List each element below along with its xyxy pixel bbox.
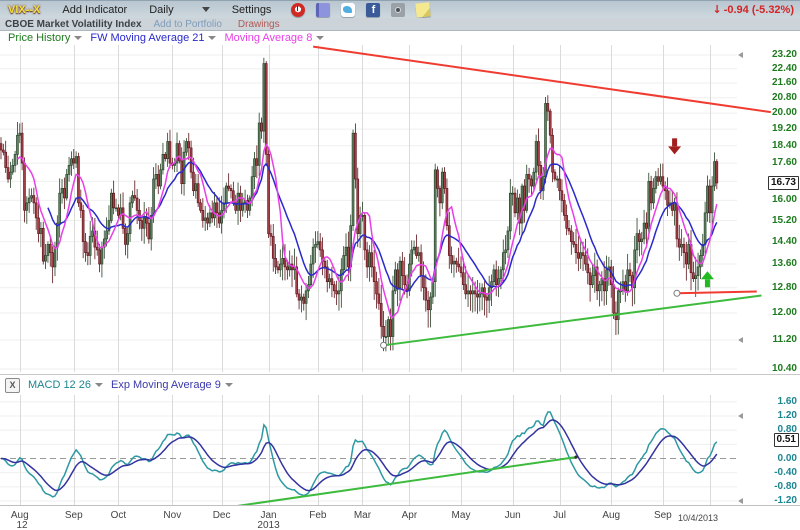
settings-button[interactable]: Settings [232, 4, 272, 16]
year-axis-label: 12 [2, 520, 42, 530]
price-axis-tick: 12.00 [772, 307, 797, 318]
chevron-down-icon[interactable] [74, 36, 82, 40]
price-axis-tick: 21.60 [772, 77, 797, 88]
last-macd-box: 0.51 [774, 433, 799, 447]
arrow-up-annotation-icon[interactable] [701, 271, 714, 279]
top-toolbar: VIX--X Add Indicator Daily Settings f ↓-… [0, 0, 800, 18]
price-axis-tick: 15.20 [772, 215, 797, 226]
macd-axis-tick: 1.20 [778, 410, 797, 421]
price-axis-tick: 19.20 [772, 123, 797, 134]
trendline-annotation[interactable] [384, 295, 762, 345]
macd-pane-header: X MACD 12 26 Exp Moving Average 9 [0, 374, 800, 395]
period-dropdown-caret-icon[interactable] [202, 7, 210, 12]
trendline-annotation[interactable] [313, 47, 771, 112]
month-axis-label: Nov [152, 510, 192, 521]
price-axis-tick: 11.20 [773, 334, 797, 345]
change-value: -0.94 (-5.32%) [724, 4, 794, 16]
symbol-subheader: CBOE Market Volatility Index Add to Port… [0, 18, 800, 31]
camera-icon[interactable] [391, 3, 405, 17]
book-icon[interactable] [316, 3, 330, 17]
month-axis-label: Sep [643, 510, 683, 521]
macd-pane-legend: MACD 12 26 Exp Moving Average 9 [20, 379, 233, 391]
macd-axis-tick: 0.00 [778, 453, 797, 464]
price-axis-tick: 20.80 [772, 92, 797, 103]
time-axis[interactable]: 12AugSepOctNovDecJan2013FebMarAprMayJunJ… [0, 505, 800, 530]
macd-legend-item-label: Exp Moving Average 9 [111, 379, 221, 391]
month-axis-label: Feb [298, 510, 338, 521]
toolbar-icon-group: f [291, 3, 430, 17]
arrow-down-annotation-stem[interactable] [672, 138, 677, 146]
macd-legend-item-label: MACD 12 26 [28, 379, 91, 391]
axis-range-marker-icon [738, 337, 743, 343]
macd-axis-tick: -0.40 [774, 467, 797, 478]
add-indicator-button[interactable]: Add Indicator [62, 4, 127, 16]
macd-legend-item-dropdown[interactable]: Exp Moving Average 9 [111, 379, 233, 391]
down-arrow-icon: ↓ [712, 3, 721, 16]
price-legend-item-label: Moving Average 8 [224, 32, 312, 44]
symbol-full-name: CBOE Market Volatility Index [5, 19, 142, 30]
facebook-icon[interactable]: f [366, 3, 380, 17]
month-axis-label: Sep [54, 510, 94, 521]
sticky-note-icon[interactable] [416, 2, 431, 17]
chevron-down-icon[interactable] [208, 36, 216, 40]
price-axis-tick: 16.00 [772, 194, 797, 205]
price-axis-tick: 10.40 [772, 363, 797, 374]
price-axis-tick: 18.40 [772, 140, 797, 151]
price-axis-tick: 17.60 [772, 157, 797, 168]
macd-axis-tick: -0.80 [774, 481, 797, 492]
symbol-ticker[interactable]: VIX--X [8, 4, 40, 16]
drawings-link[interactable]: Drawings [238, 19, 280, 30]
price-legend-item-dropdown[interactable]: Price History [8, 32, 82, 44]
arrow-down-annotation-icon[interactable] [668, 146, 681, 154]
axis-range-marker-icon [738, 52, 743, 58]
price-legend-item-label: Price History [8, 32, 70, 44]
trendline-handle[interactable] [674, 290, 680, 296]
price-axis-tick: 13.60 [772, 258, 797, 269]
month-axis-label: Dec [202, 510, 242, 521]
price-axis-tick: 22.40 [772, 63, 797, 74]
trendline-annotation[interactable] [196, 457, 576, 512]
add-to-portfolio-link[interactable]: Add to Portfolio [154, 19, 222, 30]
alarm-icon[interactable] [291, 3, 305, 17]
month-axis-label: Mar [342, 510, 382, 521]
drawn-annotations-group[interactable] [196, 47, 771, 512]
right-axis-gutter[interactable]: 23.20 22.40 21.60 20.80 20.00 19.20 18.40 17.60… [737, 0, 800, 530]
trendline-handle[interactable] [381, 342, 387, 348]
price-axis-tick: 20.00 [772, 107, 797, 118]
end-date-label: 10/4/2013 [678, 513, 718, 523]
chart-canvas[interactable] [0, 0, 800, 530]
chevron-down-icon[interactable] [95, 383, 103, 387]
month-axis-label: Aug [591, 510, 631, 521]
macd-axis-tick: 1.60 [778, 396, 797, 407]
candlestick-series [0, 58, 718, 352]
last-price-box: 16.73 [768, 176, 799, 190]
price-pane-legend: Price History FW Moving Average 21 Moving … [0, 31, 800, 45]
year-axis-label: 2013 [249, 520, 289, 530]
twitter-icon[interactable] [341, 3, 355, 17]
month-axis-label: Aug [0, 510, 40, 521]
arrow-up-annotation-stem[interactable] [705, 279, 710, 287]
month-axis-label: Oct [98, 510, 138, 521]
price-axis-tick: 12.80 [772, 282, 797, 293]
price-change-readout: ↓-0.94 (-5.32%) [712, 3, 794, 16]
chevron-down-icon[interactable] [225, 383, 233, 387]
month-axis-label: Jul [540, 510, 580, 521]
period-dropdown[interactable]: Daily [149, 4, 173, 16]
price-axis-tick: 23.20 [772, 49, 797, 60]
macd-close-button[interactable]: X [5, 378, 20, 393]
price-legend-item-dropdown[interactable]: FW Moving Average 21 [90, 32, 216, 44]
macd-legend-item-dropdown[interactable]: MACD 12 26 [28, 379, 103, 391]
chevron-down-icon[interactable] [316, 36, 324, 40]
price-legend-item-dropdown[interactable]: Moving Average 8 [224, 32, 324, 44]
month-axis-label: Apr [389, 510, 429, 521]
price-legend-item-label: FW Moving Average 21 [90, 32, 204, 44]
month-axis-label: May [441, 510, 481, 521]
price-axis-tick: 14.40 [772, 236, 797, 247]
axis-range-marker-icon [738, 413, 743, 419]
month-axis-label: Jun [493, 510, 533, 521]
trendline-endpoint[interactable] [574, 455, 577, 458]
charting-app-window: VIX--X Add Indicator Daily Settings f ↓-… [0, 0, 800, 530]
axis-range-marker-icon [738, 498, 743, 504]
